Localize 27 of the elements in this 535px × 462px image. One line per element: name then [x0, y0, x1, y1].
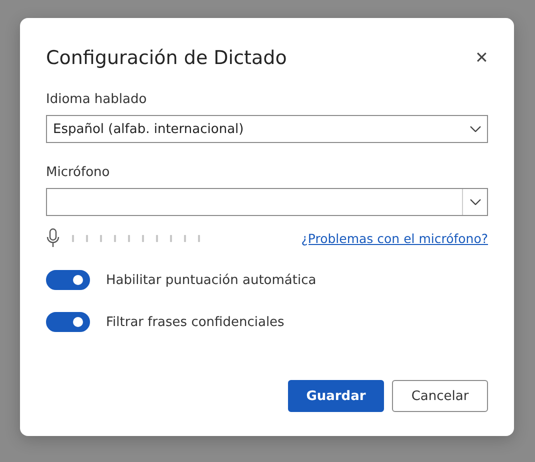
- cancel-button[interactable]: Cancelar: [392, 380, 488, 412]
- level-tick: [198, 234, 200, 242]
- level-tick: [86, 234, 88, 242]
- level-tick: [170, 234, 172, 242]
- toggle-label: Filtrar frases confidenciales: [106, 314, 284, 330]
- level-tick: [72, 234, 74, 242]
- chevron-down-icon: [470, 199, 480, 205]
- level-tick: [114, 234, 116, 242]
- dropdown-value: Español (alfab. internacional): [53, 122, 244, 136]
- level-tick: [142, 234, 144, 242]
- microphone-dropdown[interactable]: [46, 188, 488, 216]
- language-dropdown[interactable]: Español (alfab. internacional): [46, 115, 488, 143]
- level-tick: [128, 234, 130, 242]
- level-tick: [184, 234, 186, 242]
- toggle-switch[interactable]: [46, 312, 90, 332]
- chevron-down-icon: [470, 126, 480, 132]
- dialog-title: Configuración de Dictado: [46, 47, 287, 69]
- save-button[interactable]: Guardar: [288, 380, 384, 412]
- close-button[interactable]: ✕: [471, 46, 492, 70]
- level-tick: [100, 234, 102, 242]
- microphone-help-link[interactable]: ¿Problemas con el micrófono?: [301, 230, 488, 246]
- toggle-switch[interactable]: [46, 270, 90, 290]
- field-label: Idioma hablado: [46, 92, 148, 107]
- microphone-icon: [46, 228, 60, 248]
- field-label: Micrófono: [46, 165, 111, 180]
- level-tick: [156, 234, 158, 242]
- toggle-label: Habilitar puntuación automática: [106, 272, 316, 288]
